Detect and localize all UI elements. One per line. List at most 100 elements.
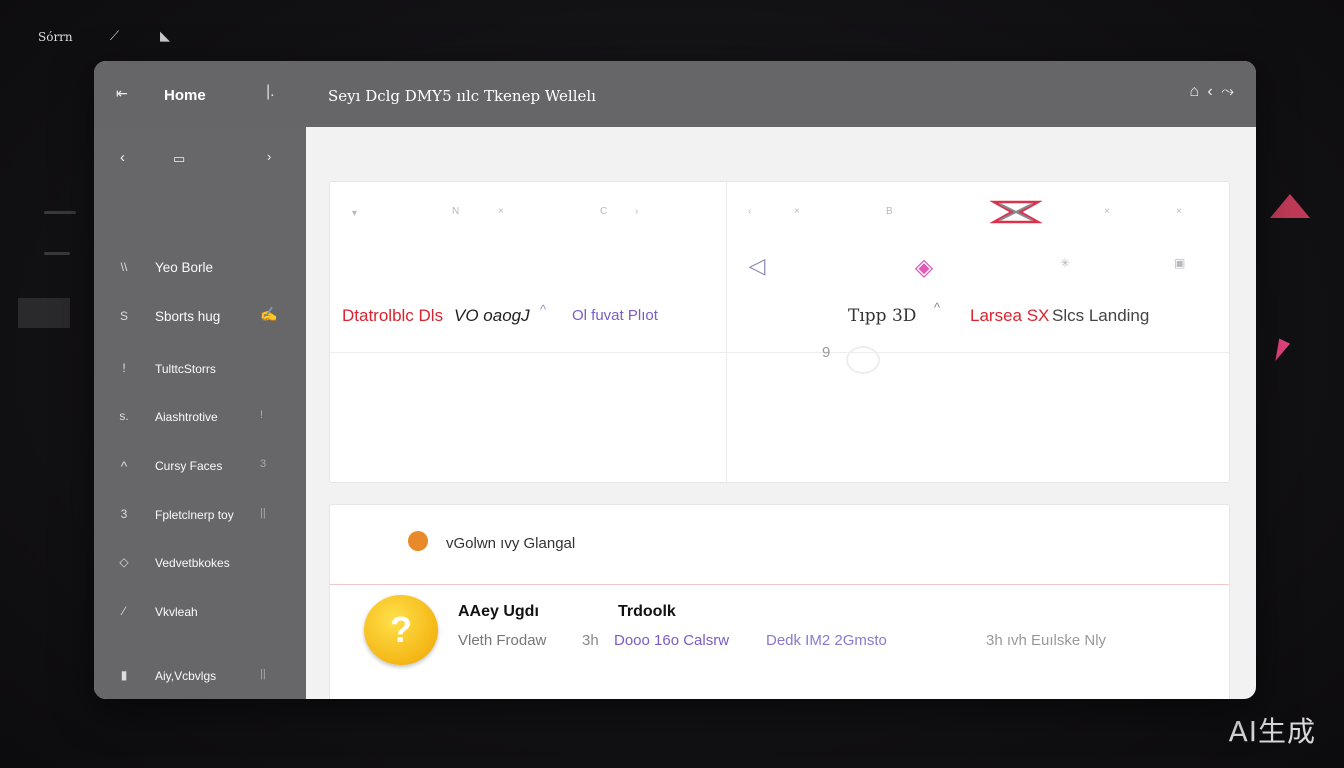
signature-icon[interactable]: ✍	[260, 306, 277, 323]
nav-next-icon[interactable]: ›	[267, 149, 271, 164]
divider-icon: |.	[266, 83, 275, 100]
tiny-chevron-icon[interactable]: ›	[635, 206, 638, 217]
row-detail: Dooo 16o Calsrw	[614, 632, 730, 649]
app-caption: Ol fuvat Plıot	[572, 307, 658, 324]
sidebar-item-icon: ◇	[119, 555, 129, 569]
sidebar-item-badge: ||	[260, 668, 266, 680]
sidebar-item-label: TulttcStorrs	[155, 362, 216, 376]
tiny-star-icon: ✳	[1060, 256, 1071, 270]
cheese-app-icon[interactable]: ▤	[950, 242, 990, 288]
app-caption: Dtatrolblc Dls	[342, 306, 444, 325]
status-dot-icon	[408, 531, 428, 551]
sidebar-item-vedvetbkokes[interactable]: ◇ Vedvetbkokes	[94, 549, 306, 579]
castle-app-icon[interactable]: ♜	[1096, 242, 1152, 288]
monkey-app-icon[interactable]: ◕	[526, 242, 572, 288]
sidebar-item-badge: ||	[260, 507, 266, 519]
status-text: vGolwn ıvy Glangal	[446, 535, 576, 552]
panel-divider	[330, 352, 1229, 353]
misc-number: 9	[822, 344, 831, 361]
wrench-icon[interactable]: ⟋	[110, 28, 119, 44]
sidebar-item-icon: S	[119, 309, 128, 323]
lens-app-icon[interactable]: ◎	[842, 240, 896, 290]
tiny-close-icon[interactable]: ×	[1176, 206, 1182, 217]
sidebar-item-label: Vkvleah	[155, 605, 198, 619]
sidebar-item-yeo-borle[interactable]: \\ Yeo Borle	[94, 254, 306, 284]
row-detail: Vleth Frodaw	[458, 632, 547, 649]
arrow-app-icon[interactable]: ⬈	[436, 244, 486, 290]
sidebar-item-label: Fpletclnerp toy	[155, 508, 234, 522]
sidebar-item-label: Aiy,Vcbvlgs	[155, 669, 217, 683]
sidebar-item-tulttcstorrs[interactable]: ! TulttcStorrs	[94, 355, 306, 385]
play-outline-icon[interactable]: ◁	[742, 246, 772, 286]
tiny-control-icon[interactable]: ▾	[352, 208, 357, 219]
sidebar-item-icon: !	[122, 361, 126, 375]
sidebar-item-cursy-faces[interactable]: ^ Cursy Faces 3	[94, 452, 306, 482]
home-tab[interactable]: Home	[164, 87, 206, 104]
tiny-close-icon[interactable]: ×	[1104, 206, 1110, 217]
row-detail: Dedk IM2 2Gmsto	[766, 632, 887, 649]
caret-up-icon: ^	[120, 458, 128, 474]
sidebar-item-label: Yeo Borle	[155, 260, 214, 275]
desktop-decoration	[18, 298, 70, 328]
app-caption: Slcs Landing	[1052, 306, 1150, 325]
burger-app-icon[interactable]: ▣	[778, 244, 828, 290]
sidebar-item-badge: !	[260, 409, 264, 421]
sidebar-item-vkvleah[interactable]: ⁄ Vkvleah	[94, 598, 306, 628]
music-app-icon[interactable]: ♪	[664, 246, 710, 286]
caret-up-icon: ^	[934, 300, 941, 315]
tiny-control-icon[interactable]: B	[886, 206, 893, 217]
nav-prev-icon[interactable]: ‹	[120, 149, 125, 166]
sidebar-item-fpletclnerp-toy[interactable]: 3 Fpletclnerp toy ||	[94, 501, 306, 531]
sidebar-item-aiy-vcbvlgs[interactable]: ▮ Aiy,Vcbvlgs ||	[94, 662, 306, 692]
gem-app-icon[interactable]: ◈	[906, 244, 942, 290]
desktop-cursor-icon	[1269, 338, 1291, 364]
row-detail: 3h ıvh Euılske Nly	[986, 632, 1107, 649]
window-controls[interactable]: ⌂ ‹ ⤳	[1189, 83, 1236, 101]
app-caption: VO oaogJ	[454, 306, 530, 325]
app-caption: Larsea SX	[970, 306, 1050, 325]
desktop-triangle-icon	[1270, 194, 1310, 218]
row-detail: 3h	[582, 632, 599, 649]
sidebar-item-label: Cursy Faces	[155, 459, 223, 473]
back-icon[interactable]: ⇤	[116, 85, 128, 102]
tiny-close-icon[interactable]: ×	[794, 206, 800, 217]
map-app-icon[interactable]: ▦	[994, 242, 1048, 288]
sidebar-item-label: Vedvetbkokes	[155, 556, 230, 570]
app-caption: Tıpp 3D	[848, 306, 917, 326]
app-window: ⇤ Home |. Seyı Dclg DMY5 ıılc Tkenep Wel…	[94, 61, 1256, 699]
titlebar: ⇤ Home |. Seyı Dclg DMY5 ıılc Tkenep Wel…	[94, 61, 1256, 127]
tiny-control-icon[interactable]: N	[452, 206, 459, 217]
nav-window-icon[interactable]: ▭	[173, 151, 185, 167]
sidebar: ‹ ▭ › \\ Yeo Borle S Sborts hug ✍ ! Tult…	[94, 127, 306, 699]
row-title[interactable]: AAey Ugdı	[458, 603, 539, 621]
sidebar-item-icon: ⁄	[122, 604, 125, 618]
sidebar-item-icon: s.	[119, 409, 129, 423]
sidebar-item-badge: 3	[260, 458, 267, 470]
row-title[interactable]: Trdoolk	[618, 603, 676, 621]
apps-panel: ▾ N × C › ‹ × B × × ◉ ⬈ ◕ ◍ ♪ ◁ ▣ ◎ ◈ ▤ …	[329, 181, 1230, 483]
sidebar-item-label: Aiashtrotive	[155, 410, 218, 424]
pin-icon[interactable]: ◣	[160, 28, 170, 44]
camera-app-icon[interactable]: ◉	[342, 242, 394, 288]
sidebar-item-icon: ▮	[120, 668, 128, 682]
globe-app-icon[interactable]: ◍	[592, 242, 644, 288]
question-badge-icon[interactable]: ?	[364, 595, 438, 665]
caret-up-icon: ^	[540, 302, 547, 317]
window-title: Seyı Dclg DMY5 ıılc Tkenep Wellelı	[328, 87, 596, 105]
sidebar-item-sborts-hug[interactable]: S Sborts hug ✍	[94, 303, 306, 333]
tiny-chevron-icon[interactable]: ‹	[748, 206, 751, 217]
brand-logo-icon	[990, 200, 1042, 224]
sidebar-item-aiashtrotive[interactable]: s. Aiashtrotive !	[94, 403, 306, 433]
sidebar-item-icon: 3	[120, 507, 128, 521]
tiny-box-icon: ▣	[1174, 256, 1186, 270]
desktop-label: Sόrrn	[38, 30, 73, 44]
tiny-close-icon[interactable]: ×	[498, 206, 504, 217]
sidebar-item-label: Sborts hug	[155, 309, 221, 324]
row-divider	[330, 584, 1229, 585]
ai-watermark: AI生成	[1228, 715, 1316, 748]
details-panel: vGolwn ıvy Glangal ? AAey Ugdı Trdoolk V…	[329, 504, 1230, 699]
tiny-control-icon[interactable]: C	[600, 206, 607, 217]
desktop-decoration	[44, 211, 76, 214]
sidebar-item-icon: \\	[120, 260, 128, 274]
loading-ring-icon	[846, 346, 880, 374]
